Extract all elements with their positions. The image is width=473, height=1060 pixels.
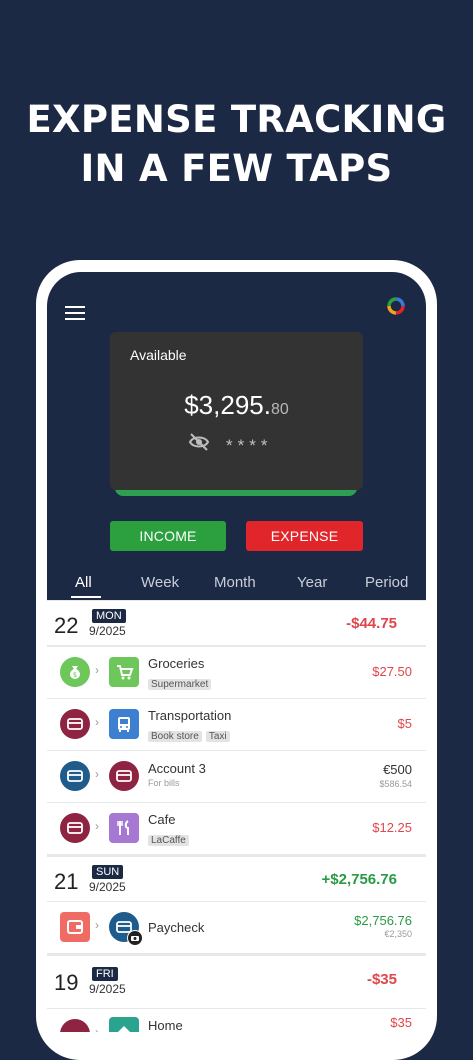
pie-chart-icon[interactable] [386, 296, 406, 316]
chevron-right-icon: › [95, 767, 99, 781]
balance-amount-cents: 80 [270, 401, 289, 418]
income-button[interactable]: INCOME [110, 521, 226, 551]
credit-card-icon [60, 709, 90, 739]
headline-line-2: IN A FEW TAPS [80, 147, 393, 190]
home-icon [109, 1017, 139, 1032]
tag: Supermarket [148, 679, 212, 690]
bus-icon [109, 709, 139, 739]
credit-card-icon [60, 761, 90, 791]
transaction-row[interactable]: $ › Groceries Supermarket $27.50 [47, 647, 426, 698]
balance-hidden-mask: **** [226, 436, 273, 455]
credit-card-icon [60, 813, 90, 843]
day-month-year: 9/2025 [89, 880, 126, 894]
day-header: 19 FRI 9/2025 -$35 [47, 956, 426, 1008]
day-total: -$44.75 [346, 615, 397, 632]
transaction-converted-amount: €2,350 [384, 929, 412, 939]
transaction-amount: $2,756.76 [354, 913, 412, 928]
fork-knife-icon [109, 813, 139, 843]
transaction-name: Account 3 [148, 761, 206, 776]
eye-off-icon[interactable] [188, 432, 210, 452]
active-tab-indicator [71, 596, 101, 598]
transaction-row[interactable]: › Account 3 For bills €500 $586.54 [47, 751, 426, 802]
balance-card[interactable]: Available $3,295.80 **** [110, 332, 363, 490]
transaction-row[interactable]: › Transportation Book store Taxi $5 [47, 699, 426, 750]
weekday-badge: MON [92, 609, 126, 623]
weekday-badge: SUN [92, 865, 124, 879]
tag: Book store [148, 731, 202, 742]
credit-card-icon [109, 761, 139, 791]
chevron-right-icon: › [95, 715, 99, 729]
tab-all[interactable]: All [75, 574, 92, 591]
chevron-right-icon: › [95, 819, 99, 833]
shopping-cart-icon [109, 657, 139, 687]
tag: LaCaffe [148, 835, 189, 846]
day-number: 22 [54, 613, 79, 638]
transaction-note: For bills [148, 778, 180, 788]
hamburger-menu-icon[interactable] [65, 306, 85, 320]
transaction-list[interactable]: 22 MON 9/2025 -$44.75 $ › Groceries Supe… [47, 600, 426, 1032]
transaction-tags: Supermarket [148, 674, 215, 692]
credit-card-icon [60, 1019, 90, 1032]
chevron-right-icon: › [95, 918, 99, 932]
balance-amount: $3,295.80 [110, 390, 363, 421]
day-number: 21 [54, 869, 79, 894]
expense-button[interactable]: EXPENSE [246, 521, 363, 551]
money-bag-icon: $ [60, 657, 90, 687]
balance-amount-main: $3,295. [184, 390, 271, 420]
transaction-amount: $27.50 [372, 664, 412, 679]
tab-year[interactable]: Year [297, 574, 327, 591]
transaction-converted-amount: $586.54 [379, 779, 412, 789]
day-total: +$2,756.76 [321, 871, 398, 888]
transaction-row[interactable]: › Home $35 [47, 1009, 426, 1032]
tab-week[interactable]: Week [141, 574, 179, 591]
wallet-icon [60, 912, 90, 942]
day-month-year: 9/2025 [89, 982, 126, 996]
tab-period[interactable]: Period [365, 574, 408, 591]
transaction-row[interactable]: › Paycheck $2,756.76 €2,350 [47, 902, 426, 953]
transaction-tags: Book store Taxi [148, 726, 234, 744]
transaction-name: Groceries [148, 656, 205, 671]
day-header: 21 SUN 9/2025 +$2,756.76 [47, 857, 426, 901]
chevron-right-icon: › [95, 663, 99, 677]
transaction-name: Home [148, 1018, 183, 1032]
transaction-name: Cafe [148, 812, 176, 827]
day-number: 19 [54, 970, 79, 995]
transaction-amount: $5 [397, 716, 412, 731]
transaction-amount: $35 [390, 1015, 412, 1030]
app-screen: Available $3,295.80 **** INCOME EXPENSE … [47, 272, 426, 1032]
headline-line-1: EXPENSE TRACKING [26, 98, 447, 141]
tag: Taxi [205, 731, 230, 742]
transaction-name: Paycheck [148, 920, 205, 935]
svg-text:$: $ [73, 671, 77, 679]
transaction-row[interactable]: › Cafe LaCaffe $12.25 [47, 803, 426, 854]
tab-month[interactable]: Month [214, 574, 256, 591]
transaction-amount: €500 [383, 762, 412, 777]
transaction-tags: LaCaffe [148, 830, 193, 848]
day-header: 22 MON 9/2025 -$44.75 [47, 601, 426, 645]
balance-title: Available [130, 347, 187, 363]
day-total: -$35 [366, 971, 397, 988]
transaction-amount: $12.25 [372, 820, 412, 835]
day-month-year: 9/2025 [89, 624, 126, 638]
weekday-badge: FRI [92, 967, 118, 981]
transaction-name: Transportation [148, 708, 232, 723]
period-tabs: All Week Month Year Period [47, 570, 426, 600]
chevron-right-icon: › [95, 1025, 99, 1032]
camera-icon [127, 930, 143, 946]
